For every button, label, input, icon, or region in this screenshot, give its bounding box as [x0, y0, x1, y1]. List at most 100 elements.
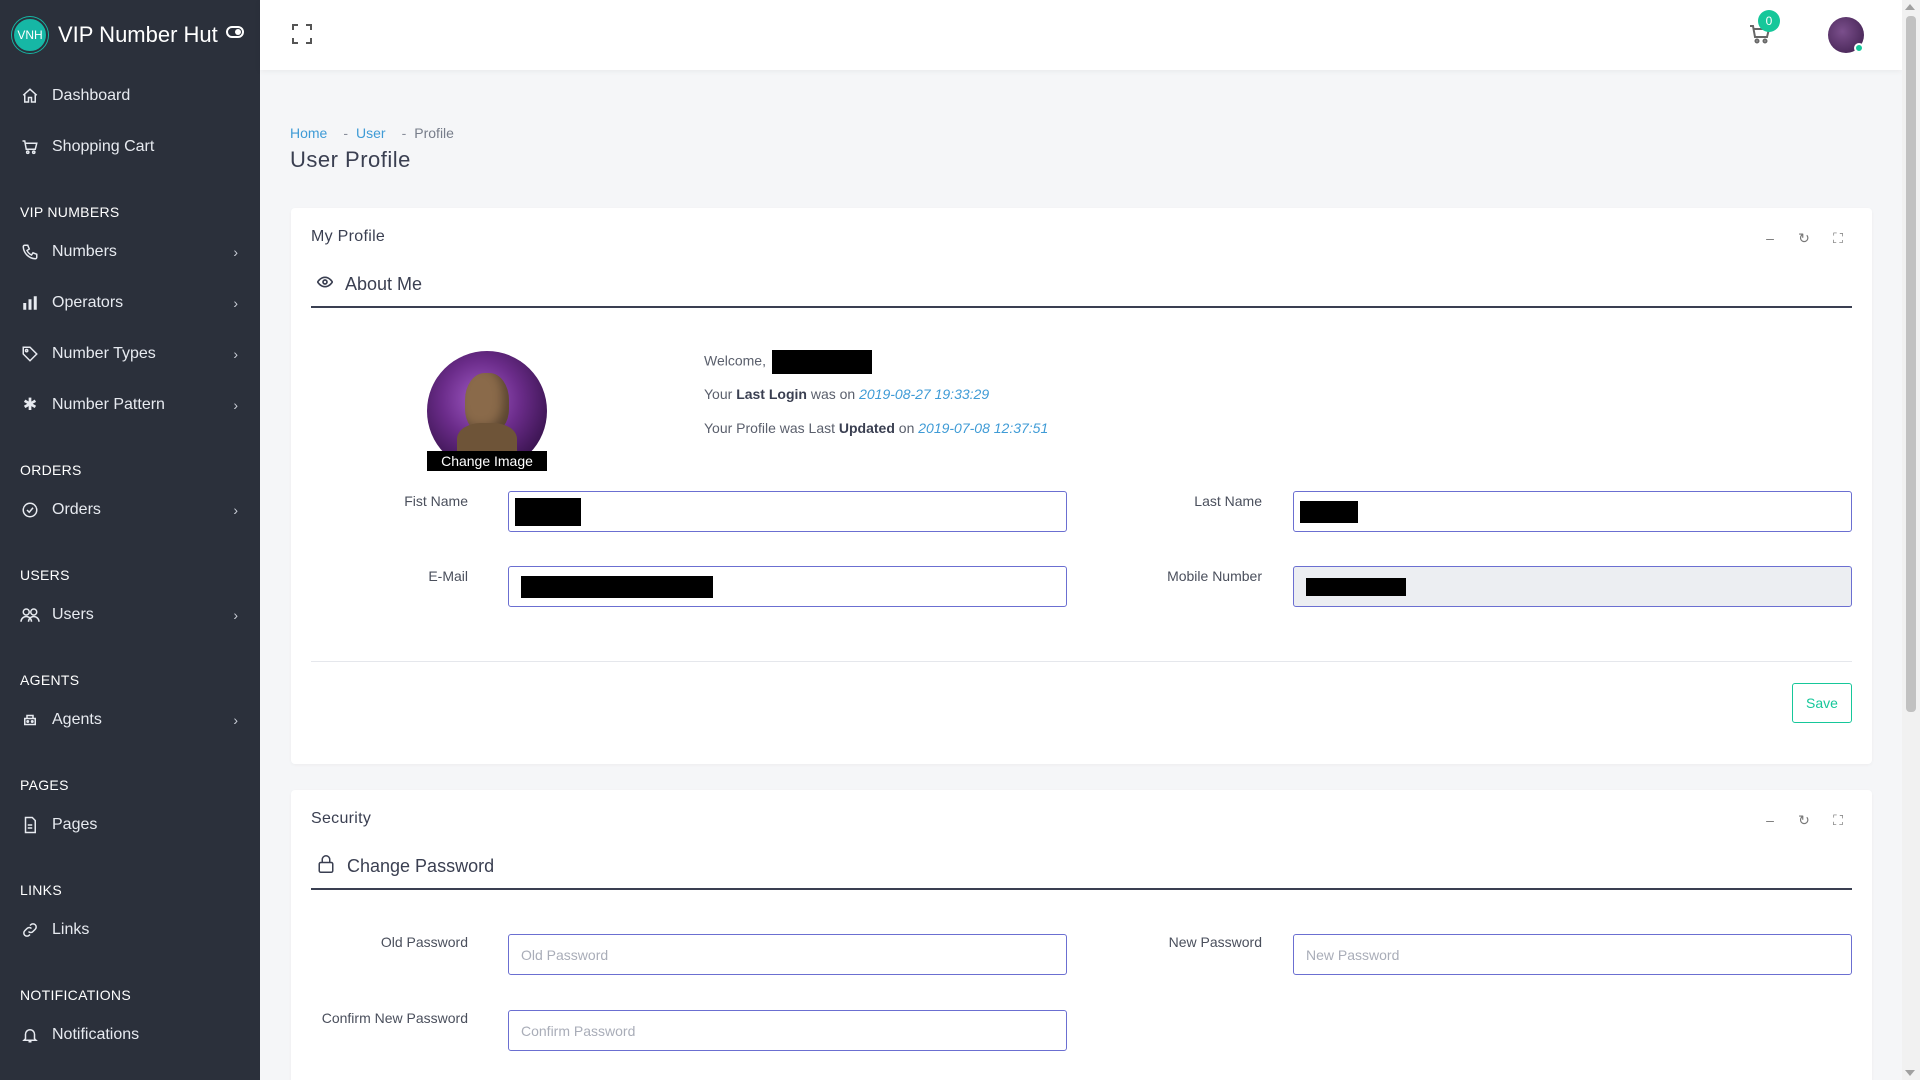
redacted-last-name: [1300, 500, 1358, 523]
last-login-timestamp: 2019-08-27 19:33:29: [859, 386, 990, 402]
section-title-pages: PAGES: [20, 777, 69, 793]
breadcrumb-separator: -: [343, 125, 349, 141]
fullscreen-icon[interactable]: ⛶: [1830, 230, 1846, 247]
updated-timestamp: 2019-07-08 12:37:51: [918, 420, 1049, 436]
check-circle-icon: [20, 501, 40, 519]
refresh-icon[interactable]: ↻: [1796, 812, 1812, 829]
old-password-input[interactable]: [521, 946, 1066, 963]
breadcrumb: Home - User - Profile: [290, 125, 454, 141]
change-image-button[interactable]: Change Image: [427, 451, 547, 471]
card-title: Security: [311, 810, 372, 827]
scrollbar-thumb[interactable]: [1906, 16, 1916, 712]
last-login-line: Your Last Login was on 2019-08-27 19:33:…: [704, 386, 989, 402]
old-password-label: Old Password: [380, 934, 468, 950]
card-tools: – ↻ ⛶: [1762, 812, 1846, 829]
sidebar-item-notifications[interactable]: Notifications: [0, 1009, 260, 1060]
redacted-username: [771, 350, 872, 374]
sidebar-item-users[interactable]: Users ›: [0, 589, 260, 640]
my-profile-card: My Profile – ↻ ⛶ About Me Change Image W…: [291, 208, 1872, 764]
sidebar-item-pages[interactable]: Pages: [0, 799, 260, 850]
breadcrumb-user[interactable]: User: [356, 125, 386, 141]
security-card: Security – ↻ ⛶ Change Password Old Passw…: [291, 790, 1872, 1080]
section-title-orders: ORDERS: [20, 462, 82, 478]
last-name-label: Last Name: [1194, 493, 1262, 509]
sidebar-item-label: Users: [52, 605, 94, 623]
sidebar-item-operators[interactable]: Operators ›: [0, 277, 260, 328]
sidebar-item-label: Operators: [52, 293, 124, 311]
sidebar-item-label: Pages: [52, 815, 98, 833]
home-icon: [20, 87, 40, 105]
sidebar-item-number-types[interactable]: Number Types ›: [0, 328, 260, 379]
welcome-line: Welcome,: [704, 350, 872, 374]
redacted-email: [521, 575, 713, 598]
scroll-down-arrow-icon[interactable]: [1905, 1070, 1915, 1076]
refresh-icon[interactable]: ↻: [1796, 230, 1812, 247]
email-field[interactable]: [508, 566, 1067, 607]
chevron-right-icon: ›: [233, 243, 238, 260]
sidebar-item-links[interactable]: Links: [0, 904, 260, 955]
lock-icon: [317, 854, 335, 879]
sidebar-item-number-pattern[interactable]: ✱ Number Pattern ›: [0, 379, 260, 430]
last-login-mid: was on: [810, 386, 856, 402]
first-name-field[interactable]: [508, 491, 1067, 532]
change-password-header: Change Password: [311, 844, 1852, 890]
asterisk-icon: ✱: [22, 394, 38, 414]
sidebar-item-agents[interactable]: Agents ›: [0, 694, 260, 745]
card-divider: [311, 661, 1852, 662]
save-button[interactable]: Save: [1792, 683, 1852, 723]
updated-bold: Updated: [838, 420, 895, 436]
fullscreen-icon[interactable]: [292, 24, 312, 44]
redacted-mobile: [1306, 577, 1406, 596]
new-password-input[interactable]: [1306, 946, 1851, 963]
chevron-right-icon: ›: [233, 345, 238, 362]
cart-count-badge: 0: [1758, 10, 1780, 32]
sidebar-item-numbers[interactable]: Numbers ›: [0, 226, 260, 277]
sidebar-item-label: Number Pattern: [52, 395, 165, 413]
about-me-header: About Me: [311, 262, 1852, 308]
sidebar-item-label: Notifications: [52, 1025, 140, 1043]
brand-logo[interactable]: VNH: [12, 17, 48, 53]
fullscreen-icon[interactable]: ⛶: [1830, 812, 1846, 829]
page-icon: [20, 816, 40, 834]
sidebar-item-label: Orders: [52, 500, 101, 518]
sidebar-item-label: Links: [52, 920, 90, 938]
chevron-right-icon: ›: [233, 606, 238, 623]
brand-title[interactable]: VIP Number Hut: [58, 22, 218, 48]
online-status-dot: [1854, 43, 1864, 53]
last-name-field[interactable]: [1293, 491, 1852, 532]
link-icon: [20, 921, 40, 939]
brand: VNH VIP Number Hut: [0, 0, 260, 70]
new-password-field[interactable]: [1293, 934, 1852, 975]
breadcrumb-separator: -: [401, 125, 407, 141]
sidebar-item-shopping-cart[interactable]: Shopping Cart: [0, 121, 260, 172]
agent-icon: [20, 711, 40, 729]
chevron-right-icon: ›: [233, 294, 238, 311]
updated-mid: on: [898, 420, 915, 436]
old-password-field[interactable]: [508, 934, 1067, 975]
sidebar-item-label: Numbers: [52, 242, 117, 260]
page-title: User Profile: [290, 147, 411, 172]
topbar: 0: [260, 0, 1902, 70]
scroll-up-arrow-icon[interactable]: [1905, 4, 1915, 10]
last-updated-line: Your Profile was Last Updated on 2019-07…: [704, 420, 1048, 436]
breadcrumb-home[interactable]: Home: [290, 125, 327, 141]
minimize-icon[interactable]: –: [1762, 812, 1778, 829]
confirm-password-field[interactable]: [508, 1010, 1067, 1051]
welcome-text: Welcome,: [704, 352, 766, 369]
minimize-icon[interactable]: –: [1762, 230, 1778, 247]
sidebar-item-label: Shopping Cart: [52, 137, 155, 155]
mobile-number-field[interactable]: [1293, 566, 1852, 607]
section-title-links: LINKS: [20, 882, 62, 898]
confirm-password-input[interactable]: [521, 1022, 1066, 1039]
sidebar-toggle-icon[interactable]: [225, 26, 244, 38]
sidebar-item-orders[interactable]: Orders ›: [0, 484, 260, 535]
sidebar-item-dashboard[interactable]: Dashboard: [0, 70, 260, 121]
mobile-number-label: Mobile Number: [1167, 568, 1262, 584]
tag-icon: [20, 345, 40, 363]
sidebar-item-label: Agents: [52, 710, 102, 728]
new-password-label: New Password: [1168, 934, 1262, 950]
chevron-right-icon: ›: [233, 711, 238, 728]
bell-icon: [20, 1026, 40, 1044]
eye-icon: [316, 275, 334, 293]
last-login-prefix: Your: [704, 386, 733, 402]
